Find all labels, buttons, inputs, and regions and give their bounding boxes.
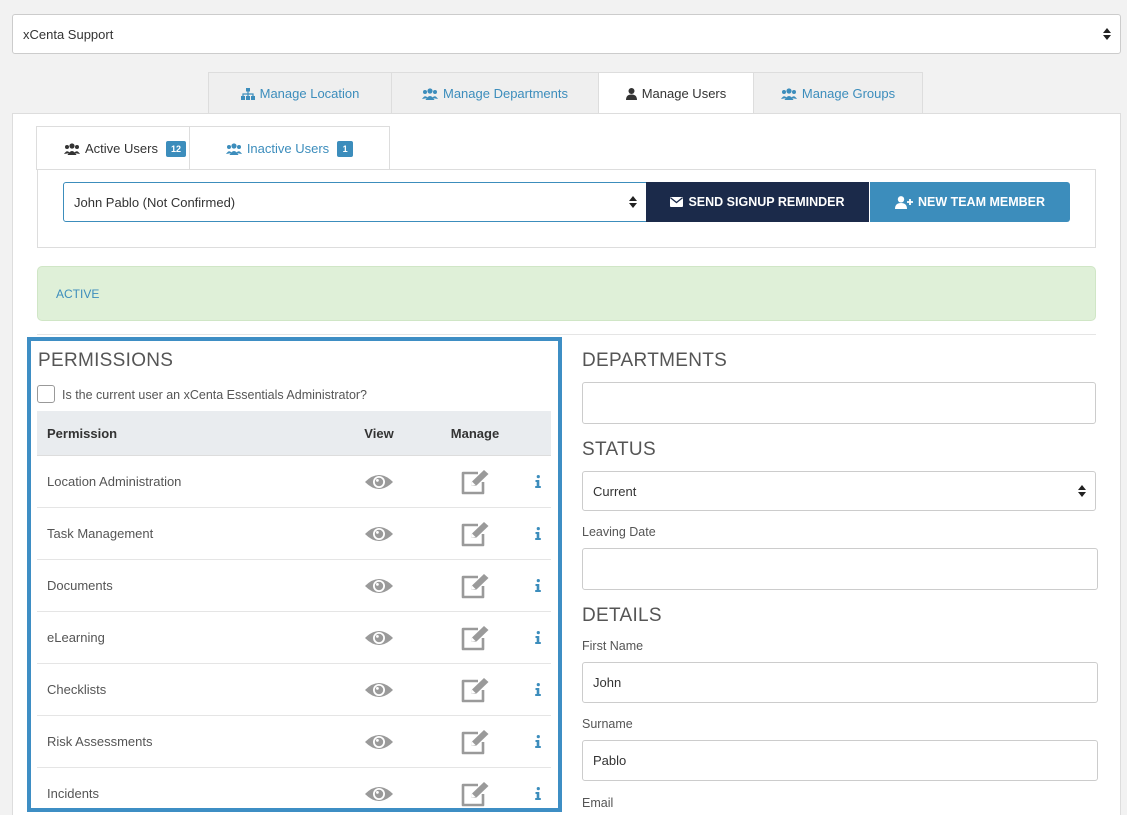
- tab-manage-users[interactable]: Manage Users: [598, 72, 754, 114]
- permissions-table-header: Permission View Manage: [37, 411, 551, 456]
- active-users-count-badge: 12: [165, 140, 186, 157]
- edit-icon[interactable]: [460, 573, 490, 599]
- envelope-icon: [670, 197, 684, 207]
- info-icon[interactable]: [535, 735, 541, 748]
- first-name-label: First Name: [582, 639, 644, 653]
- user-plus-icon: [894, 195, 913, 209]
- permissions-table: Permission View Manage Location Administ…: [37, 411, 551, 815]
- select-caret-icon: [629, 196, 637, 208]
- inactive-users-count-badge: 1: [337, 140, 354, 157]
- eye-icon[interactable]: [364, 472, 394, 492]
- edit-icon[interactable]: [460, 677, 490, 703]
- user-icon: [625, 87, 637, 100]
- leaving-date-label: Leaving Date: [582, 525, 656, 539]
- tab-label: Manage Users: [641, 86, 727, 101]
- info-icon[interactable]: [535, 527, 541, 540]
- eye-icon[interactable]: [364, 680, 394, 700]
- edit-icon[interactable]: [460, 469, 490, 495]
- select-caret-icon: [1078, 485, 1086, 497]
- tab-label: Manage Location: [259, 86, 360, 101]
- column-header-view: View: [364, 425, 394, 441]
- users-icon: [225, 142, 242, 155]
- column-header-manage: Manage: [450, 425, 500, 441]
- send-signup-reminder-button[interactable]: SEND SIGNUP REMINDER: [646, 182, 869, 222]
- permissions-rows: Location Administration Task Management Do…: [37, 456, 551, 815]
- user-select[interactable]: John Pablo (Not Confirmed): [63, 182, 647, 222]
- sitemap-icon: [240, 87, 255, 100]
- user-tabs: Active Users 12 Inactive Users 1: [36, 126, 390, 170]
- status-banner: ACTIVE: [37, 266, 1096, 321]
- users-icon: [421, 87, 438, 100]
- permissions-title: PERMISSIONS: [38, 350, 174, 371]
- info-icon[interactable]: [535, 475, 541, 488]
- surname-value: Pablo: [593, 753, 627, 768]
- edit-icon[interactable]: [460, 781, 490, 807]
- divider: [37, 334, 1096, 335]
- main-tabs: Manage Location Manage Departments Manag…: [208, 72, 923, 114]
- edit-icon[interactable]: [460, 625, 490, 651]
- permission-name: Location Administration: [47, 474, 182, 489]
- eye-icon[interactable]: [364, 732, 394, 752]
- tab-manage-groups[interactable]: Manage Groups: [753, 72, 923, 114]
- tab-label: Manage Groups: [801, 86, 896, 101]
- tab-inactive-users[interactable]: Inactive Users 1: [190, 126, 390, 170]
- tab-manage-location[interactable]: Manage Location: [208, 72, 392, 114]
- eye-icon[interactable]: [364, 628, 394, 648]
- info-icon[interactable]: [535, 631, 541, 644]
- status-select[interactable]: Current: [582, 471, 1096, 511]
- permission-row: eLearning: [37, 612, 551, 664]
- tab-label: Active Users: [85, 141, 158, 156]
- surname-input[interactable]: Pablo: [582, 740, 1098, 781]
- tab-manage-departments[interactable]: Manage Departments: [391, 72, 599, 114]
- surname-label: Surname: [582, 717, 633, 731]
- button-label: SEND SIGNUP REMINDER: [688, 195, 845, 209]
- details-title: DETAILS: [582, 605, 662, 626]
- status-banner-text: ACTIVE: [56, 286, 100, 301]
- permission-name: Documents: [47, 578, 113, 593]
- info-icon[interactable]: [535, 787, 541, 800]
- tab-active-users[interactable]: Active Users 12: [36, 126, 190, 170]
- tab-label: Manage Departments: [442, 86, 568, 101]
- admin-checkbox[interactable]: [37, 385, 55, 403]
- first-name-input[interactable]: John: [582, 662, 1098, 703]
- permission-row: Checklists: [37, 664, 551, 716]
- permission-row: Task Management: [37, 508, 551, 560]
- new-team-member-button[interactable]: NEW TEAM MEMBER: [870, 182, 1070, 222]
- permission-name: Checklists: [47, 682, 107, 697]
- info-icon[interactable]: [535, 579, 541, 592]
- status-select-value: Current: [593, 483, 637, 499]
- permission-row: Documents: [37, 560, 551, 612]
- edit-icon[interactable]: [460, 729, 490, 755]
- eye-icon[interactable]: [364, 524, 394, 544]
- user-select-value: John Pablo (Not Confirmed): [74, 194, 236, 210]
- permission-name: Task Management: [47, 526, 154, 541]
- departments-title: DEPARTMENTS: [582, 350, 728, 371]
- button-label: NEW TEAM MEMBER: [917, 195, 1046, 209]
- edit-icon[interactable]: [460, 521, 490, 547]
- permission-name: Risk Assessments: [47, 734, 153, 749]
- permission-row: Risk Assessments: [37, 716, 551, 768]
- users-icon: [780, 87, 797, 100]
- permission-name: Incidents: [47, 786, 100, 801]
- departments-field[interactable]: [582, 382, 1096, 424]
- select-caret-icon: [1103, 28, 1111, 40]
- email-label: Email: [582, 796, 614, 810]
- company-select-value: xCenta Support: [23, 26, 114, 42]
- company-select[interactable]: xCenta Support: [12, 14, 1121, 54]
- status-title: STATUS: [582, 439, 656, 460]
- leaving-date-input[interactable]: [582, 548, 1098, 590]
- column-header-permission: Permission: [47, 425, 118, 441]
- first-name-value: John: [593, 675, 622, 690]
- users-icon: [64, 142, 80, 155]
- permission-row: Incidents: [37, 768, 551, 815]
- admin-checkbox-label: Is the current user an xCenta Essentials…: [62, 388, 368, 402]
- tab-label: Inactive Users: [246, 141, 330, 156]
- eye-icon[interactable]: [364, 784, 394, 804]
- eye-icon[interactable]: [364, 576, 394, 596]
- permission-name: eLearning: [47, 630, 105, 645]
- permission-row: Location Administration: [37, 456, 551, 508]
- info-icon[interactable]: [535, 683, 541, 696]
